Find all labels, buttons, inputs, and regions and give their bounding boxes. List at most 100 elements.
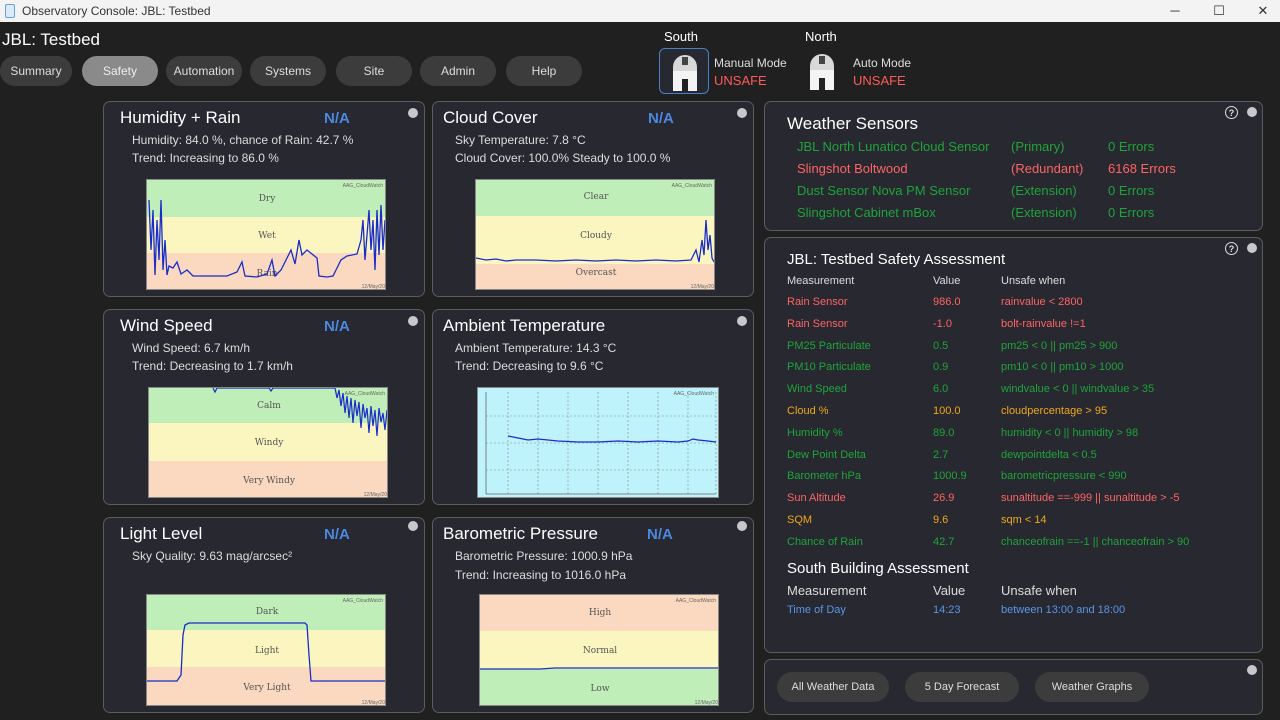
status-dot-icon (1247, 665, 1257, 675)
measurement-value: 42.7 (933, 535, 955, 548)
zone-dark: Dark (256, 607, 279, 617)
zone-light: Light (255, 646, 279, 656)
humidity-reading: Humidity: 84.0 %, chance of Rain: 42.7 % (132, 133, 354, 147)
barometric-pressure-graph: High Normal Low AAG_CloudWatch 12/May/20 (479, 594, 719, 706)
unsafe-condition: sqm < 14 (1001, 514, 1047, 526)
zone-windy: Windy (255, 438, 285, 448)
safety-assessment-panel: ? JBL: Testbed Safety Assessment Measure… (764, 237, 1263, 653)
north-building-label: North (805, 29, 837, 44)
sensor-role: (Redundant) (1011, 161, 1084, 176)
zone-high: High (589, 608, 611, 618)
measurement-value: 100.0 (933, 405, 961, 417)
tab-help[interactable]: Help (506, 56, 582, 86)
north-observatory-icon[interactable] (797, 48, 847, 94)
wind-speed-reading: Wind Speed: 6.7 km/h (132, 341, 251, 355)
measurement-value: 2.7 (933, 448, 949, 461)
help-icon[interactable]: ? (1225, 242, 1238, 255)
page-title: JBL: Testbed (2, 30, 100, 49)
maximize-button[interactable]: ☐ (1196, 0, 1242, 22)
south-mode: Manual Mode (714, 56, 787, 70)
measurement-value: 986.0 (933, 296, 961, 308)
panel-title: Wind Speed (120, 316, 213, 335)
zone-normal: Normal (583, 646, 617, 656)
column-header-unsafe-when: Unsafe when (1001, 275, 1066, 287)
south-building-label: South (664, 29, 698, 44)
five-day-forecast-button[interactable]: 5 Day Forecast (905, 672, 1019, 702)
panel-title: Humidity + Rain (120, 108, 241, 127)
sensor-errors: 6168 Errors (1108, 161, 1176, 176)
measurement-value: 14:23 (933, 604, 961, 616)
tab-summary[interactable]: Summary (0, 56, 72, 86)
south-observatory-icon[interactable] (659, 48, 709, 94)
unsafe-condition: humidity < 0 || humidity > 98 (1001, 426, 1139, 439)
ambient-temperature-graph: AAG_CloudWatch (477, 387, 719, 498)
north-mode: Auto Mode (853, 56, 912, 70)
close-button[interactable]: ✕ (1240, 0, 1280, 22)
column-header-value: Value (933, 275, 961, 287)
tab-automation[interactable]: Automation (166, 56, 242, 86)
zone-low: Low (590, 684, 609, 694)
tab-admin[interactable]: Admin (420, 56, 496, 86)
measurement-name: Rain Sensor (787, 317, 848, 330)
minimize-button[interactable]: ─ (1152, 0, 1198, 22)
status-dot-icon (408, 521, 418, 531)
zone-very-light: Very Light (242, 683, 291, 693)
unsafe-condition: bolt-rainvalue !=1 (1001, 317, 1086, 330)
window-title: Observatory Console: JBL: Testbed (22, 4, 211, 18)
measurement-name: Cloud % (787, 405, 829, 417)
panel-title: Barometric Pressure (443, 524, 598, 543)
sensor-role: (Extension) (1011, 205, 1077, 220)
tab-safety[interactable]: Safety (82, 56, 158, 86)
zone-wet: Wet (258, 231, 276, 241)
graph-date: 12/May/20 (362, 700, 386, 706)
panel-title: Cloud Cover (443, 108, 538, 127)
unsafe-condition: cloudpercentage > 95 (1001, 405, 1108, 417)
sky-quality-reading: Sky Quality: 9.63 mag/arcsec² (132, 549, 293, 563)
status-dot-icon (737, 521, 747, 531)
measurement-value: 0.5 (933, 339, 949, 352)
cloud-cover-graph: Clear Cloudy Overcast AAG_CloudWatch 12/… (475, 179, 715, 290)
measurement-name: Barometer hPa (787, 470, 861, 483)
sensor-errors: 0 Errors (1108, 205, 1155, 220)
weather-graphs-button[interactable]: Weather Graphs (1035, 672, 1149, 702)
measurement-name: Rain Sensor (787, 296, 848, 308)
measurement-name: Time of Day (787, 604, 846, 616)
light-level-graph: Dark Light Very Light AAG_CloudWatch 12/… (146, 594, 386, 706)
measurement-value: -1.0 (933, 317, 952, 330)
zone-very-windy: Very Windy (242, 476, 296, 486)
zone-clear: Clear (584, 192, 609, 202)
graph-watermark: AAG_CloudWatch (345, 391, 386, 397)
all-weather-data-button[interactable]: All Weather Data (777, 672, 889, 702)
status-badge: N/A (324, 318, 350, 335)
tab-site[interactable]: Site (336, 56, 412, 86)
help-icon[interactable]: ? (1225, 106, 1238, 119)
status-dot-icon (1247, 107, 1257, 117)
humidity-graph: Dry Wet Rain AAG_CloudWatch 12/May/20 (146, 179, 386, 290)
window-titlebar: Observatory Console: JBL: Testbed ─ ☐ ✕ (0, 0, 1280, 22)
north-status: UNSAFE (853, 73, 906, 88)
zone-dry: Dry (259, 194, 277, 204)
cloud-cover-panel: Cloud Cover N/A Sky Temperature: 7.8 °C … (432, 101, 754, 297)
status-dot-icon (737, 108, 747, 118)
measurement-name: Sun Altitude (787, 492, 846, 505)
app-icon (5, 4, 15, 18)
cloud-cover-reading: Cloud Cover: 100.0% Steady to 100.0 % (455, 151, 671, 165)
unsafe-condition: pm25 < 0 || pm25 > 900 (1001, 339, 1118, 352)
barometric-pressure-reading: Barometric Pressure: 1000.9 hPa (455, 549, 633, 563)
sensor-name: Dust Sensor Nova PM Sensor (797, 183, 971, 198)
measurement-name: SQM (787, 514, 813, 526)
humidity-rain-panel: Humidity + Rain N/A Humidity: 84.0 %, ch… (103, 101, 425, 297)
sensor-errors: 0 Errors (1108, 139, 1155, 154)
status-dot-icon (408, 316, 418, 326)
sensor-name: Slingshot Cabinet mBox (797, 205, 936, 220)
zone-cloudy: Cloudy (580, 231, 613, 241)
graph-date: 12/May/20 (691, 284, 715, 290)
status-badge: N/A (647, 526, 673, 543)
tab-systems[interactable]: Systems (250, 56, 326, 86)
sensor-role: (Extension) (1011, 183, 1077, 198)
unsafe-condition: between 13:00 and 18:00 (1001, 604, 1126, 616)
humidity-trend: Trend: Increasing to 86.0 % (132, 151, 279, 165)
ambient-temperature-panel: Ambient Temperature Ambient Temperature:… (432, 309, 754, 505)
unsafe-condition: sunaltitude ==-999 || sunaltitude > -5 (1001, 492, 1180, 505)
unsafe-condition: barometricpressure < 990 (1001, 470, 1127, 483)
